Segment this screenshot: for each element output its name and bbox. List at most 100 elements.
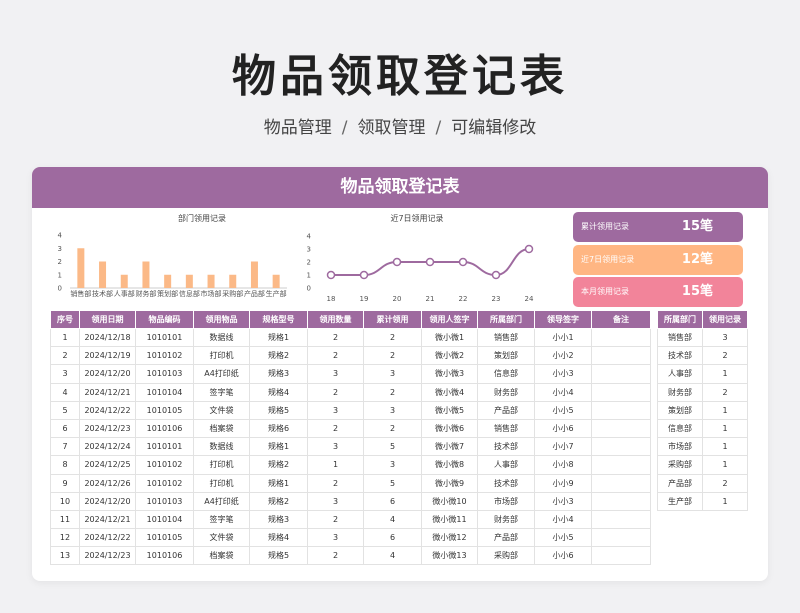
table-cell: 3 [307,528,364,548]
table-row: 4 2024/12/21 1010104 签字笔 规格4 2 2 微小微4 财务部 小小4 [50,382,651,402]
table-cell: 打印机 [193,455,250,475]
line-point [425,257,435,267]
table-cell: 2024/12/20 [79,364,136,384]
table-cell: 技术部 [477,473,535,493]
table-cell: 13 [50,546,80,566]
table-cell: 微小微12 [421,528,478,548]
table-row: 13 2024/12/23 1010106 档案袋 规格5 2 4 微小微13 采购部 小小6 [50,546,651,566]
table-cell: 市场部 [477,491,535,511]
summary-cell: 人事部 [657,364,703,384]
table-cell: 采购部 [477,546,535,566]
table-cell: 档案袋 [193,546,250,566]
table-cell: 小小1 [534,327,592,348]
table-cell: 规格3 [249,364,308,384]
table-cell: 小小6 [534,418,592,439]
table-cell: 2024/12/21 [79,509,136,530]
summary-row: 财务部 2 [657,382,748,402]
table-cell: 小小9 [534,473,592,493]
summary-cell: 销售部 [657,327,703,348]
table-cell [591,382,651,402]
table-cell: 2024/12/18 [79,327,136,348]
table-cell: 小小7 [534,437,592,457]
table-row: 9 2024/12/26 1010102 打印机 规格1 2 5 微小微9 技术部 小小9 [50,473,651,493]
table-cell: 打印机 [193,473,250,493]
table-cell: 小小3 [534,364,592,384]
table-cell: 小小3 [534,491,592,511]
table-header-cell: 备注 [591,310,651,329]
stat-label: 本月领用记录 [581,287,629,296]
table-cell: 5 [50,400,80,420]
register-card: 物品领取登记表 部门领用记录 0 1 2 3 4 销售部 技术部 人事部 财务部 策划部 信息部 市场… [32,167,768,581]
subtitle-item: 可编辑修改 [451,118,537,138]
table-cell: 2024/12/22 [79,528,136,548]
summary-cell: 技术部 [657,346,703,366]
table-cell: 策划部 [477,346,535,366]
table-row: 7 2024/12/24 1010101 数据线 规格1 3 5 微小微7 技术部 小小7 [50,437,651,457]
table-cell: 1010105 [135,400,194,420]
table-cell: 数据线 [193,327,250,348]
table-cell: 2 [307,546,364,566]
table-cell: 6 [363,491,422,511]
table-cell: 文件袋 [193,528,250,548]
table-cell: 微小微13 [421,546,478,566]
line-y-tick-label: 2 [307,259,311,267]
line-x-tick-label: 24 [525,295,534,303]
table-cell [591,473,651,493]
table-cell: 5 [363,473,422,493]
summary-row: 生产部 1 [657,491,748,511]
summary-cell: 产品部 [657,473,703,493]
line-point [458,257,468,267]
table-cell: 规格5 [249,400,308,420]
summary-cell: 策划部 [657,400,703,420]
table-cell: 微小微4 [421,382,478,402]
summary-cell: 2 [702,382,748,402]
stat-month: 本月领用记录 15笔 [573,277,743,307]
line-point [326,270,336,280]
page-title: 物品领取登记表 [232,51,568,102]
table-cell: 3 [363,400,422,420]
table-cell: 2024/12/23 [79,418,136,439]
table-cell [591,546,651,566]
table-cell: 技术部 [477,437,535,457]
summary-cell: 市场部 [657,437,703,457]
table-cell: 2024/12/26 [79,473,136,493]
table-row: 10 2024/12/20 1010103 A4打印纸 规格2 3 6 微小微10 市场部 小小3 [50,491,651,511]
summary-row: 销售部 3 [657,327,748,348]
table-cell: 2 [363,382,422,402]
table-cell [591,327,651,348]
page-subtitle: 物品管理 / 领取管理 / 可编辑修改 [0,113,800,138]
summary-cell: 1 [702,437,748,457]
summary-row: 策划部 1 [657,400,748,420]
subtitle-separator: / [435,118,442,138]
table-cell: 小小5 [534,400,592,420]
line-x-tick-label: 18 [327,295,336,303]
table-cell: 微小微10 [421,491,478,511]
summary-cell: 采购部 [657,455,703,475]
summary-cell: 2 [702,473,748,493]
table-cell: A4打印纸 [193,364,250,384]
table-cell: 规格2 [249,491,308,511]
table-cell: 规格2 [249,346,308,366]
table-cell: 1010101 [135,437,194,457]
table-cell: 微小微7 [421,437,478,457]
table-header-cell: 领用人签字 [421,310,478,329]
table-cell: 小小4 [534,509,592,530]
table-header-cell: 序号 [50,310,80,329]
table-cell: 11 [50,509,80,530]
table-cell: 小小5 [534,528,592,548]
table-cell: 2024/12/22 [79,400,136,420]
line-x-tick-label: 21 [426,295,435,303]
table-cell: 3 [307,400,364,420]
table-cell: 文件袋 [193,400,250,420]
table-cell: 规格1 [249,437,308,457]
table-cell: 规格4 [249,382,308,402]
summary-cell: 1 [702,455,748,475]
table-cell: 2 [307,418,364,439]
table-cell [591,491,651,511]
table-cell: 2 [307,382,364,402]
stat-total: 累计领用记录 15笔 [573,212,743,242]
table-cell: 2 [307,327,364,348]
summary-row: 信息部 1 [657,418,748,439]
table-cell: 5 [363,437,422,457]
table-cell: A4打印纸 [193,491,250,511]
